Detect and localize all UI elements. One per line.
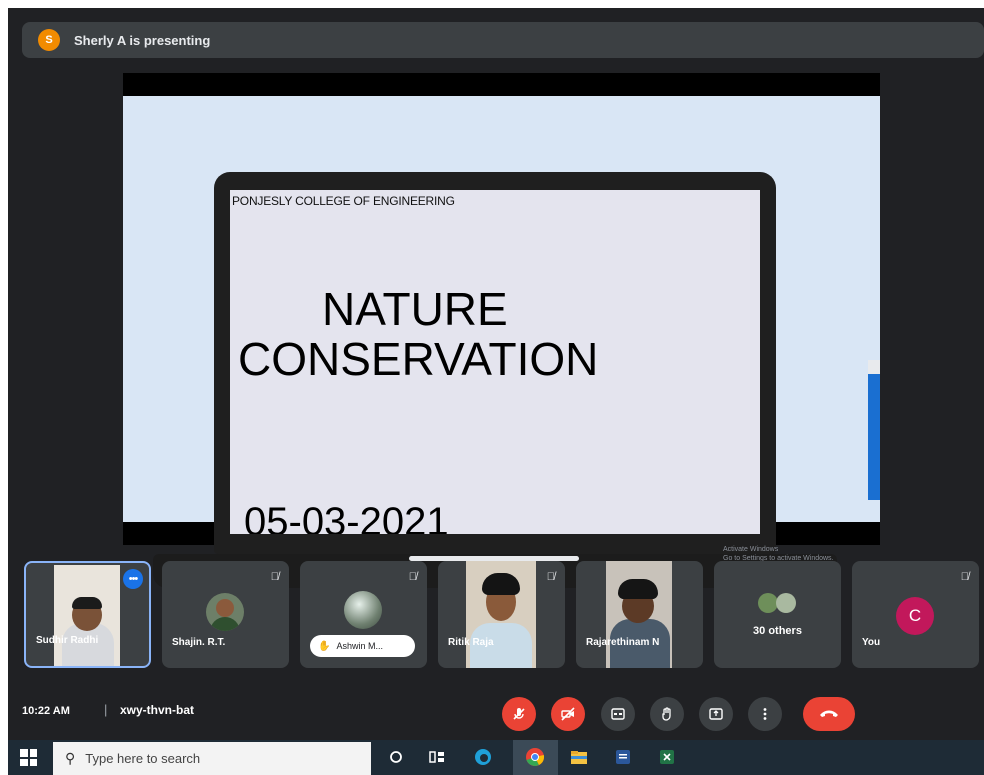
task-view-shape: [429, 751, 444, 763]
participant-tile[interactable]: ••• Sudhir Radhi: [24, 561, 151, 668]
participant-tile-others[interactable]: 30 others: [714, 561, 841, 668]
participant-tile[interactable]: 🎙̸ Ritik Raja: [438, 561, 565, 668]
meeting-time: 10:22 AM: [22, 705, 70, 717]
participant-video: [466, 561, 536, 668]
person-hair: [618, 579, 658, 599]
participant-name-chip: ✋ Ashwin M...: [310, 635, 415, 657]
search-icon: ⚲: [65, 750, 76, 766]
taskbar-search[interactable]: ⚲ Type here to search: [53, 742, 371, 775]
word-icon[interactable]: [612, 746, 634, 768]
person-hair: [72, 597, 102, 609]
edge-logo: [475, 749, 491, 765]
watermark-line-1: Activate Windows: [723, 546, 779, 553]
participant-tile[interactable]: 🎙̸ Shajin. R.T.: [162, 561, 289, 668]
mic-off-icon: 🎙̸: [546, 571, 555, 583]
raise-hand-icon: [662, 707, 671, 721]
raise-hand-button[interactable]: [650, 697, 684, 731]
participant-video: [54, 565, 120, 666]
participant-name: You: [862, 637, 881, 648]
meet-window: S Sherly A is presenting PONJESLY COLLEG…: [8, 8, 984, 740]
participant-name: Sudhir Radhi: [36, 635, 99, 646]
slide-content: PONJESLY COLLEGE OF ENGINEERING NATURE C…: [230, 190, 760, 534]
raised-hand-icon: ✋: [318, 640, 331, 652]
participant-tile[interactable]: Rajarethinam N: [576, 561, 703, 668]
laptop-illustration: PONJESLY COLLEGE OF ENGINEERING NATURE C…: [214, 172, 776, 554]
windows-logo-tile: [29, 758, 37, 766]
edge-icon[interactable]: [472, 746, 494, 768]
side-panel-strip-top: [868, 360, 880, 374]
participant-avatar: [206, 593, 244, 631]
camera-off-button[interactable]: [551, 697, 585, 731]
person-body: [210, 617, 240, 631]
participant-name: Ashwin M...: [336, 641, 383, 651]
presenter-label: Sherly A is presenting: [74, 32, 211, 48]
more-options-icon[interactable]: •••: [123, 569, 143, 589]
cortana-icon[interactable]: [385, 746, 407, 768]
presenter-bar: S Sherly A is presenting: [22, 22, 984, 58]
slide-title-line-1: NATURE: [322, 283, 508, 335]
person-head: [216, 599, 234, 617]
mic-off-icon: 🎙̸: [960, 571, 969, 583]
participant-name: Ritik Raja: [448, 637, 494, 648]
participant-name: Shajin. R.T.: [172, 637, 226, 648]
folder-shape: [571, 751, 587, 764]
self-avatar: C: [896, 597, 934, 635]
end-call-button[interactable]: [803, 697, 855, 731]
shared-screen: PONJESLY COLLEGE OF ENGINEERING NATURE C…: [123, 73, 880, 588]
participant-avatar: [344, 591, 382, 629]
cortana-circle: [390, 751, 402, 763]
person-hair: [482, 573, 520, 595]
camera-off-icon: [561, 707, 575, 721]
windows-logo-tile: [29, 749, 37, 757]
present-icon: [709, 708, 723, 720]
others-count: 30 others: [753, 625, 802, 637]
presenter-avatar: S: [38, 29, 60, 51]
word-logo: [616, 750, 630, 764]
mic-off-icon: 🎙̸: [270, 571, 279, 583]
captions-button[interactable]: [601, 697, 635, 731]
chrome-icon[interactable]: [524, 746, 546, 768]
side-panel-strip: [868, 360, 880, 500]
meeting-separator: |: [104, 702, 108, 717]
chrome-logo: [526, 748, 545, 766]
windows-taskbar: ⚲ Type here to search: [8, 740, 984, 775]
mic-off-button[interactable]: [502, 697, 536, 731]
file-explorer-icon[interactable]: [568, 746, 590, 768]
other-avatar: [776, 593, 796, 613]
end-call-icon: [820, 710, 838, 717]
meeting-code: xwy-thvn-bat: [120, 703, 195, 717]
participant-name: Rajarethinam N: [586, 637, 660, 648]
task-view-icon[interactable]: [426, 746, 448, 768]
participant-strip: ••• Sudhir Radhi 🎙̸ Shajin. R.T. 🎙̸ ✋ As…: [24, 561, 984, 669]
mic-off-icon: [513, 708, 525, 720]
slide-date: 05-03-2021: [244, 500, 449, 534]
captions-icon: [611, 708, 625, 720]
college-name: PONJESLY COLLEGE OF ENGINEERING: [232, 194, 455, 208]
windows-logo-tile: [20, 749, 28, 757]
more-vert-icon: [763, 708, 767, 720]
more-options-button[interactable]: [748, 697, 782, 731]
excel-logo: [660, 750, 674, 764]
excel-icon[interactable]: [656, 746, 678, 768]
participant-tile[interactable]: 🎙̸ ✋ Ashwin M...: [300, 561, 427, 668]
windows-logo-tile: [20, 758, 28, 766]
other-avatar: [758, 593, 778, 613]
present-button[interactable]: [699, 697, 733, 731]
mic-off-icon: 🎙̸: [408, 571, 417, 583]
participant-tile-you[interactable]: 🎙̸ C You: [852, 561, 979, 668]
search-placeholder: Type here to search: [85, 751, 201, 766]
start-button[interactable]: [20, 749, 37, 766]
participant-video: [606, 561, 672, 668]
slide-title-line-2: CONSERVATION: [238, 333, 599, 385]
